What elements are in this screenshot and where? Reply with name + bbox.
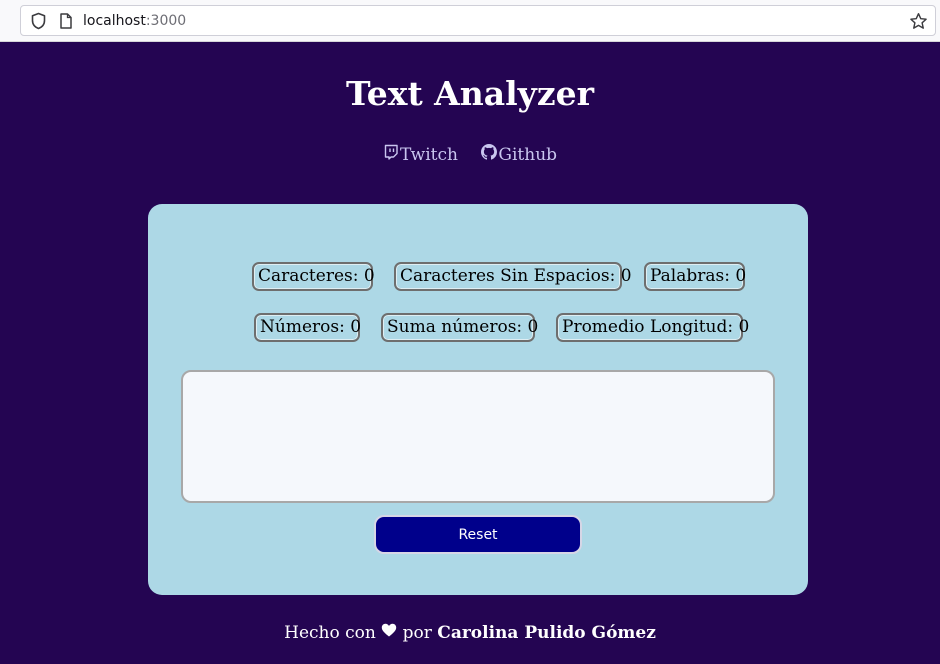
- footer-prefix: Hecho con: [284, 623, 376, 643]
- social-links: Twitch Github: [0, 144, 940, 169]
- twitch-icon: [384, 144, 398, 160]
- stat-characters: Caracteres: 0: [252, 262, 375, 291]
- page-icon: [60, 13, 72, 29]
- stat-numbers-sum: Suma números: 0: [381, 313, 538, 342]
- bookmark-star-icon[interactable]: [909, 12, 928, 31]
- heart-icon: [382, 623, 397, 637]
- footer-author: Carolina Pulido Gómez: [437, 623, 656, 643]
- url-host: localhost: [83, 13, 146, 29]
- stat-words: Palabras: 0: [644, 262, 746, 291]
- text-input[interactable]: [181, 370, 775, 503]
- github-icon: [481, 144, 498, 160]
- page-title: Text Analyzer: [346, 74, 594, 113]
- stat-characters-no-spaces: Caracteres Sin Espacios: 0: [394, 262, 632, 291]
- reset-button[interactable]: Reset: [374, 515, 582, 554]
- address-bar[interactable]: localhost:3000: [20, 5, 936, 36]
- stat-numbers: Números: 0: [254, 313, 361, 342]
- url-text[interactable]: localhost:3000: [83, 12, 186, 30]
- url-port: :3000: [145, 13, 187, 29]
- shield-icon[interactable]: [30, 12, 47, 30]
- browser-toolbar: localhost:3000: [0, 0, 940, 42]
- twitch-link[interactable]: Twitch: [383, 144, 458, 166]
- footer: Hecho con por Carolina Pulido Gómez: [0, 622, 940, 644]
- github-link-label: Github: [498, 145, 558, 165]
- github-link[interactable]: Github: [481, 144, 557, 166]
- footer-middle: por: [402, 623, 432, 643]
- analyzer-card: Caracteres: 0 Caracteres Sin Espacios: 0…: [148, 204, 808, 595]
- stat-average-length: Promedio Longitud: 0: [556, 313, 749, 342]
- twitch-link-label: Twitch: [399, 145, 458, 165]
